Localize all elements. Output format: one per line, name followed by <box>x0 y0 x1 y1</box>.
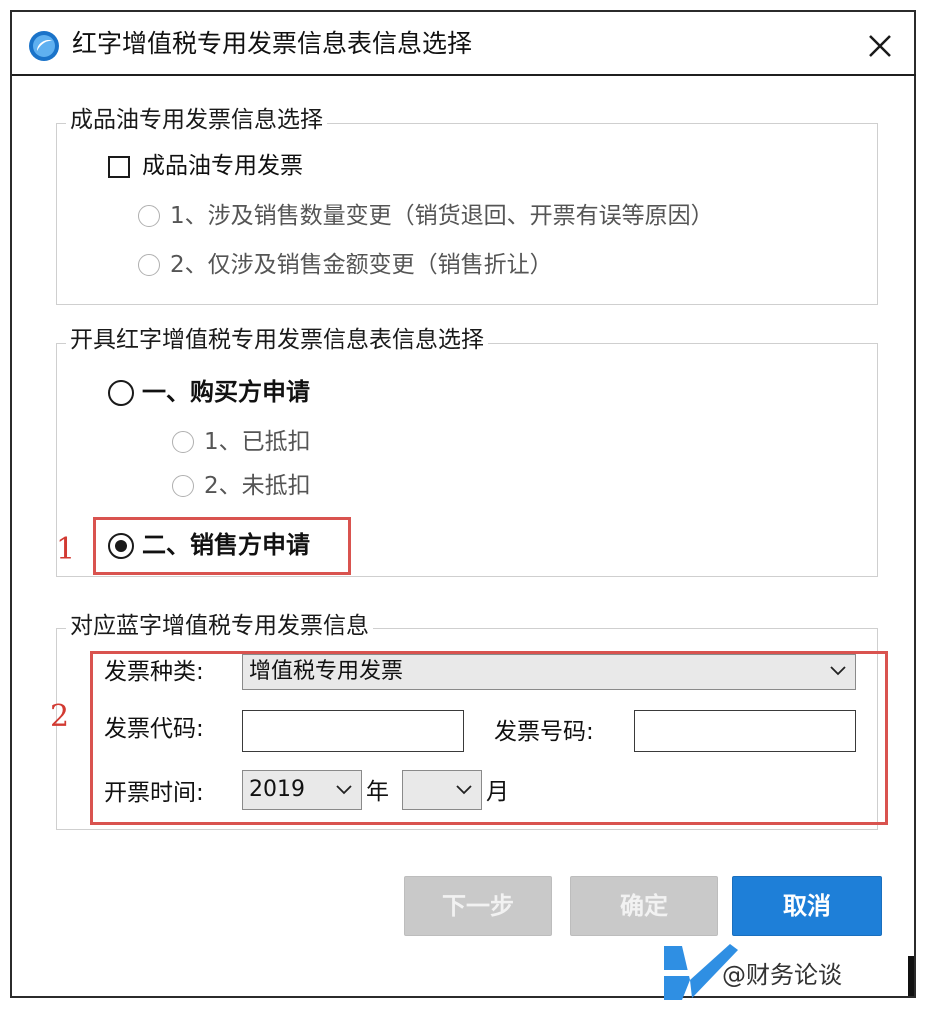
invoice-number-input[interactable] <box>634 710 856 752</box>
invoice-type-value: 增值税专用发票 <box>249 659 404 684</box>
next-step-button[interactable]: 下一步 <box>404 876 552 936</box>
month-unit-label: 月 <box>486 779 509 805</box>
invoice-type-label: 发票种类: <box>104 659 204 685</box>
buyer-not-deducted-label: 2、未抵扣 <box>204 473 311 499</box>
annotation-number-2: 2 <box>50 699 70 734</box>
apply-selection-legend: 开具红字增值税专用发票信息表信息选择 <box>66 324 488 356</box>
annotation-box-1 <box>93 517 351 575</box>
chevron-down-icon <box>336 785 352 795</box>
buyer-apply-radio[interactable] <box>108 380 134 406</box>
oil-invoice-checkbox[interactable] <box>108 156 130 178</box>
window-title: 红字增值税专用发票信息表信息选择 <box>72 29 473 58</box>
oil-option2-radio[interactable] <box>138 254 160 276</box>
oil-invoice-legend: 成品油专用发票信息选择 <box>66 104 327 136</box>
month-select[interactable] <box>402 770 482 810</box>
close-icon[interactable] <box>860 26 900 66</box>
invoice-code-input[interactable] <box>242 710 464 752</box>
confirm-button[interactable]: 确定 <box>570 876 718 936</box>
cancel-button[interactable]: 取消 <box>732 876 882 936</box>
invoice-date-label: 开票时间: <box>104 780 204 806</box>
year-unit-label: 年 <box>366 779 389 805</box>
invoice-number-label: 发票号码: <box>494 719 594 745</box>
oil-option1-label: 1、涉及销售数量变更（销货退回、开票有误等原因） <box>170 203 714 229</box>
year-select[interactable]: 2019 <box>242 770 362 810</box>
buyer-deducted-label: 1、已抵扣 <box>204 429 311 455</box>
oil-invoice-checkbox-label: 成品油专用发票 <box>142 153 303 179</box>
oil-option1-radio[interactable] <box>138 205 160 227</box>
title-separator <box>12 74 916 76</box>
oil-option2-label: 2、仅涉及销售金额变更（销售折让） <box>170 252 553 278</box>
chevron-down-icon <box>830 666 846 676</box>
chevron-down-icon <box>456 785 472 795</box>
blue-invoice-legend: 对应蓝字增值税专用发票信息 <box>66 610 373 642</box>
invoice-code-label: 发票代码: <box>104 716 204 742</box>
invoice-type-select[interactable]: 增值税专用发票 <box>242 654 856 690</box>
annotation-number-1: 1 <box>56 532 76 567</box>
buyer-not-deducted-radio[interactable] <box>172 475 194 497</box>
watermark-text: @财务论谈 <box>722 961 842 989</box>
app-logo-icon <box>29 31 59 61</box>
buyer-apply-label: 一、购买方申请 <box>142 378 310 406</box>
buyer-deducted-radio[interactable] <box>172 431 194 453</box>
year-value: 2019 <box>249 777 305 802</box>
